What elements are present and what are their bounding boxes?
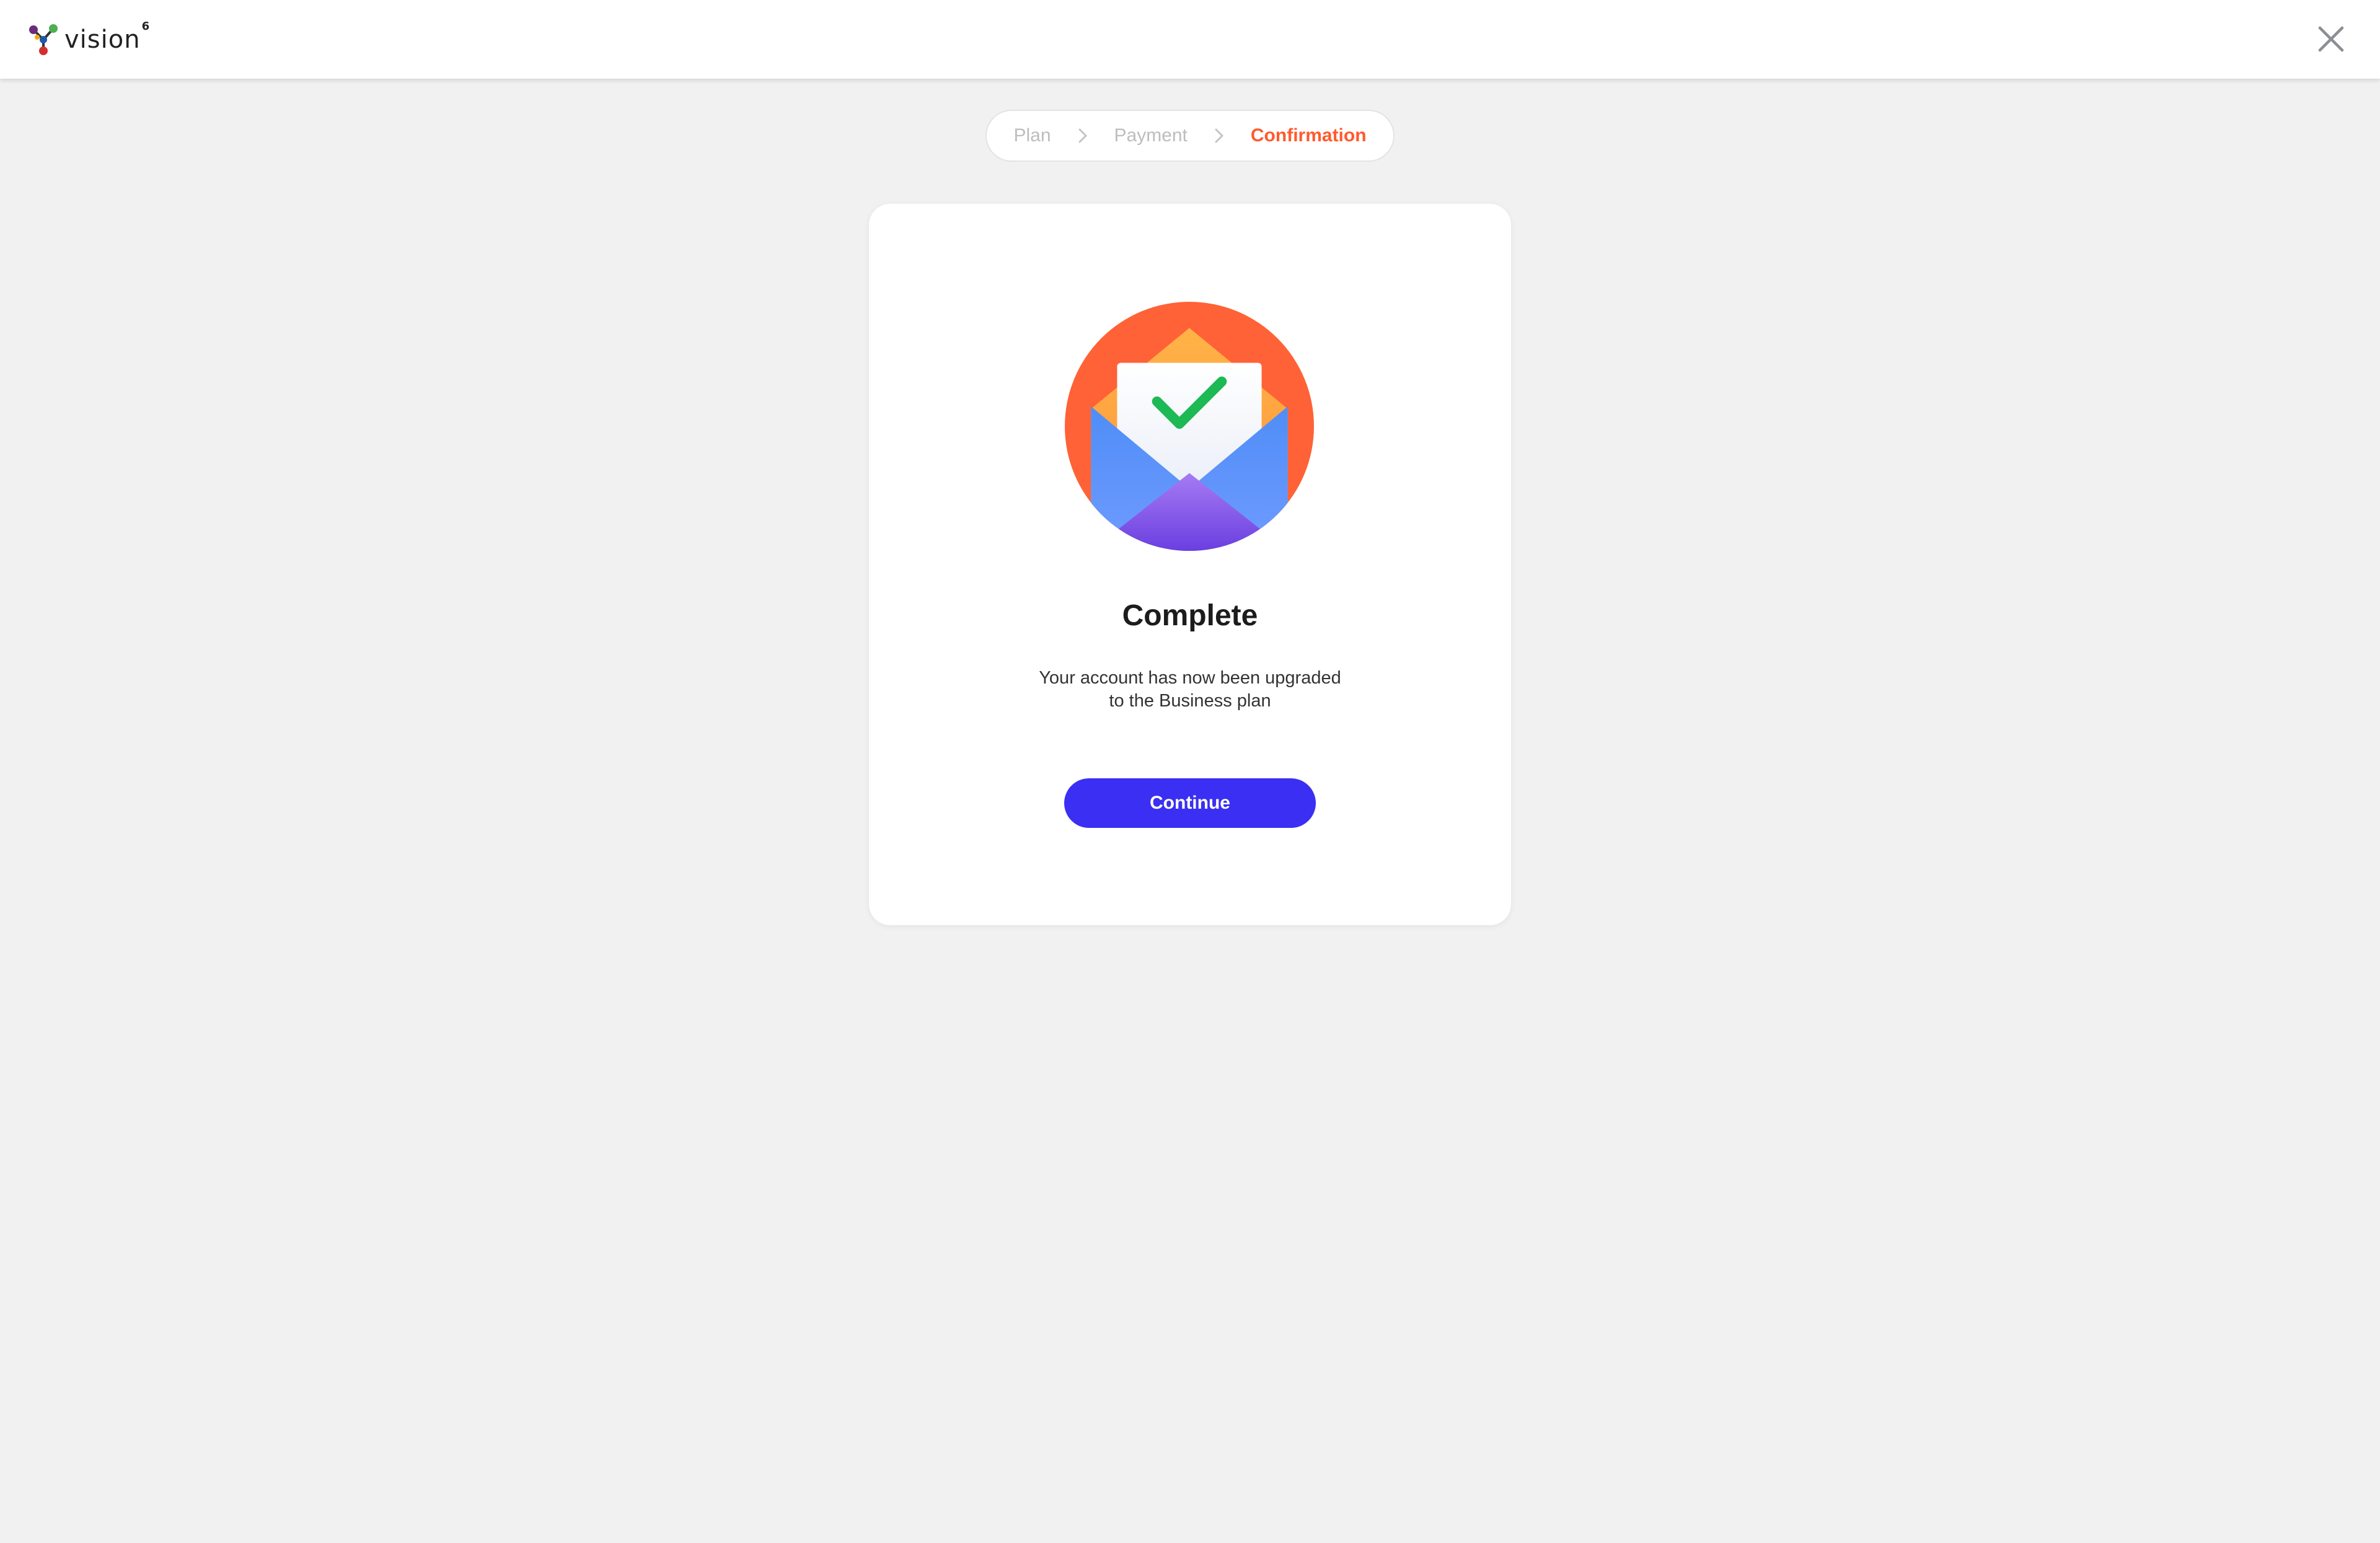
vision6-logo-mark-icon: [29, 24, 58, 55]
confirmation-card: Complete Your account has now been upgra…: [869, 204, 1511, 925]
close-button[interactable]: [2317, 25, 2345, 53]
step-plan[interactable]: Plan: [1013, 110, 1051, 162]
continue-button[interactable]: Continue: [1064, 778, 1316, 828]
upgrade-confirmation-page: vision 6 Plan Payment Confirmation Compl…: [0, 0, 2380, 1543]
envelope-check-icon: [1065, 302, 1314, 551]
step-payment[interactable]: Payment: [1114, 110, 1188, 162]
top-bar: vision 6: [0, 0, 2380, 79]
confirmation-title: Complete: [1122, 599, 1258, 632]
chevron-right-icon: [1078, 128, 1086, 143]
vision6-logo[interactable]: vision 6: [27, 20, 150, 57]
logo-wordmark: vision: [64, 25, 141, 54]
step-confirmation: Confirmation: [1250, 125, 1367, 146]
confirmation-message: Your account has now been upgraded to th…: [1039, 668, 1341, 711]
logo-superscript: 6: [141, 20, 150, 33]
checkout-stepper: Plan Payment Confirmation: [985, 110, 1395, 162]
close-icon: [2318, 26, 2344, 52]
chevron-right-icon: [1215, 128, 1223, 143]
